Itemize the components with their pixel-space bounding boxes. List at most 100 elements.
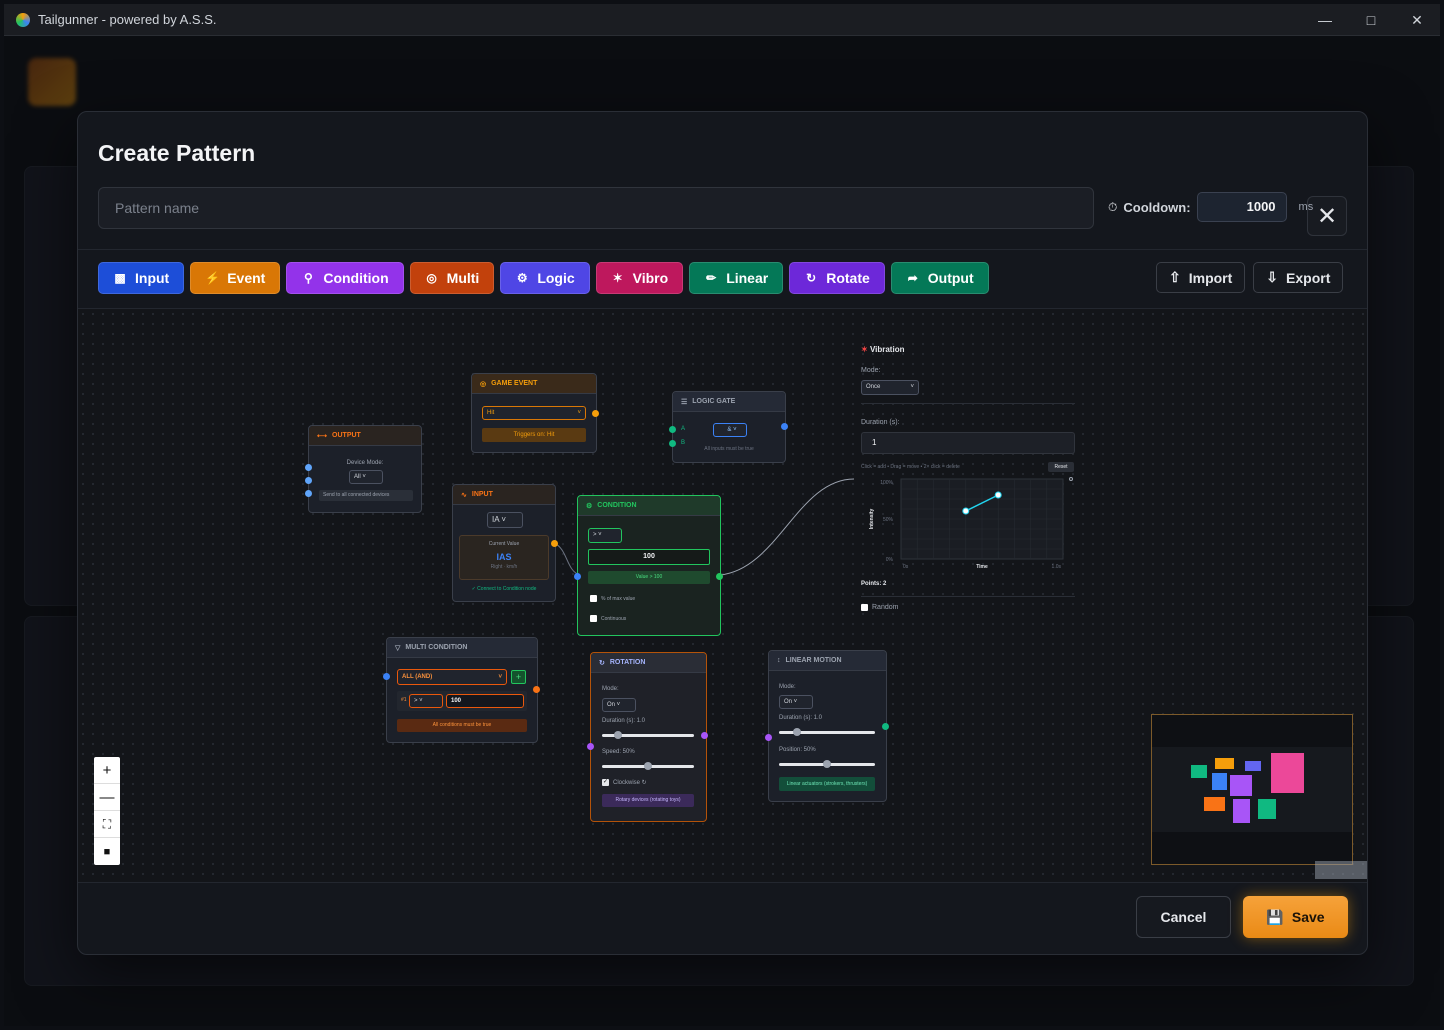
logic-note: All inputs must be true bbox=[704, 446, 754, 452]
multi-note: All conditions must be true bbox=[397, 719, 527, 732]
add-linear-button[interactable]: ✏ Linear bbox=[689, 262, 784, 294]
pattern-name-input[interactable] bbox=[98, 187, 1094, 229]
device-mode-select[interactable]: All ˅ bbox=[349, 470, 383, 484]
add-output-button[interactable]: ➦ Output bbox=[890, 262, 989, 294]
timer-icon: ⏱ bbox=[1108, 199, 1118, 214]
linear-note: Linear actuators (strokers, thrusters) bbox=[779, 777, 875, 791]
rotation-speed-slider[interactable] bbox=[602, 762, 694, 770]
multi-mode-select[interactable]: ALL (AND) ˅ bbox=[397, 669, 507, 685]
linear-duration-slider[interactable] bbox=[779, 728, 875, 736]
lock-button[interactable]: ■ bbox=[94, 838, 120, 865]
points-count: Points: 2 bbox=[861, 581, 887, 587]
add-rotate-button[interactable]: ↻ Rotate bbox=[789, 262, 885, 294]
rotation-port-out[interactable] bbox=[701, 732, 708, 739]
add-vibro-button[interactable]: ✶ Vibro bbox=[595, 262, 684, 294]
save-button[interactable]: 💾 Save bbox=[1243, 896, 1348, 938]
event-select[interactable]: Hit ˅ bbox=[482, 406, 586, 420]
minimap[interactable] bbox=[1151, 714, 1353, 865]
device-mode-label: Device Mode: bbox=[346, 460, 384, 466]
event-port-out[interactable] bbox=[592, 410, 599, 417]
curve-port-out bbox=[1069, 477, 1073, 481]
x-axis-label: Time bbox=[976, 564, 988, 570]
zoom-in-button[interactable]: + bbox=[94, 757, 120, 784]
random-checkbox[interactable]: Random bbox=[861, 604, 898, 611]
window-titlebar: Tailgunner - powered by A.S.S. — □ ✕ bbox=[4, 4, 1440, 36]
cooldown-input[interactable]: 1000 bbox=[1196, 192, 1287, 222]
import-button[interactable]: ⇧ Import bbox=[1156, 262, 1246, 293]
condition-node[interactable]: ⚙ CONDITION > ˅ 100 Value > 100 % of max … bbox=[574, 495, 723, 636]
condition-port-in[interactable] bbox=[574, 573, 581, 580]
multi-port-in[interactable] bbox=[383, 673, 390, 680]
edge-condition-vibration bbox=[719, 478, 855, 576]
linear-port-in[interactable] bbox=[765, 734, 772, 741]
game-event-node[interactable]: ◎ GAME EVENT Hit ˅ Triggers on: Hit bbox=[471, 373, 599, 453]
current-value-box: Current Value IAS Right ∙ km/h bbox=[459, 535, 549, 580]
cancel-button[interactable]: Cancel bbox=[1136, 896, 1231, 938]
y-tick-top: 100% bbox=[880, 480, 893, 486]
linear-mode-select[interactable]: On ˅ bbox=[779, 695, 813, 709]
continuous-option[interactable]: Continuous bbox=[590, 615, 626, 622]
operator-select[interactable]: > ˅ bbox=[588, 528, 622, 543]
fit-view-button[interactable]: ⛶ bbox=[94, 811, 120, 838]
node-canvas[interactable]: ⟷ OUTPUT Device Mode: All ˅ Send to all c… bbox=[78, 309, 1367, 882]
output-node[interactable]: ⟷ OUTPUT Device Mode: All ˅ Send to all c… bbox=[305, 425, 422, 513]
gear-icon: ⚙ bbox=[516, 271, 528, 285]
gear-icon: ⚙ bbox=[586, 502, 593, 510]
condition-row: #1 > ˅ 100 bbox=[397, 691, 527, 711]
add-input-button[interactable]: ▩ Input bbox=[98, 262, 185, 294]
linear-motion-node[interactable]: ↕ LINEAR MOTION Mode: On ˅ Duration (s): … bbox=[765, 650, 889, 802]
cooldown-group: ⏱ Cooldown: 1000 ms bbox=[1108, 192, 1313, 222]
minimize-icon[interactable]: — bbox=[1302, 4, 1348, 36]
multi-port-out[interactable] bbox=[533, 686, 540, 693]
add-event-button[interactable]: ⚡ Event bbox=[190, 262, 281, 294]
output-port-in-1[interactable] bbox=[305, 464, 312, 471]
logic-port-a[interactable] bbox=[669, 426, 676, 433]
logic-port-b[interactable] bbox=[669, 440, 676, 447]
input-port-out[interactable] bbox=[551, 540, 558, 547]
percent-option[interactable]: % of max value bbox=[590, 595, 635, 602]
zoom-out-button[interactable]: — bbox=[94, 784, 120, 811]
curve-point-2 bbox=[994, 491, 1002, 499]
linear-port-out[interactable] bbox=[882, 723, 889, 730]
maximize-icon[interactable]: □ bbox=[1348, 4, 1394, 36]
condition-port-out[interactable] bbox=[716, 573, 723, 580]
lightning-icon: ⚡ bbox=[205, 271, 221, 285]
input-node[interactable]: ∿ INPUT IA ˅ Current Value IAS Right ∙ km… bbox=[452, 484, 558, 602]
linear-position-slider[interactable] bbox=[779, 760, 875, 768]
output-port-in-3[interactable] bbox=[305, 490, 312, 497]
output-port-in-2[interactable] bbox=[305, 477, 312, 484]
rotation-port-in[interactable] bbox=[587, 743, 594, 750]
logic-select[interactable]: & ˅ bbox=[713, 423, 747, 437]
logic-port-out[interactable] bbox=[781, 423, 788, 430]
vibration-mode-select[interactable]: Once ˅ bbox=[861, 380, 919, 395]
upload-icon: ⇧ bbox=[1169, 269, 1181, 285]
rotation-node[interactable]: ↻ ROTATION Mode: On ˅ Duration (s): 1.0 S… bbox=[587, 652, 708, 822]
intensity-curve-chart[interactable]: 100% 50% 0% Intensity 0s Time 1.0s bbox=[861, 475, 1083, 577]
add-logic-button[interactable]: ⚙ Logic bbox=[500, 262, 590, 294]
vibration-panel[interactable]: ✶ Vibration Mode: Once ˅ Duration (s): 1 … bbox=[851, 339, 1077, 629]
add-condition-row-button[interactable]: + bbox=[511, 670, 526, 684]
input-note: ✓ Connect to Condition node bbox=[471, 586, 537, 592]
row-value-input[interactable]: 100 bbox=[446, 694, 524, 708]
threshold-input[interactable]: 100 bbox=[588, 549, 710, 565]
input-select[interactable]: IA ˅ bbox=[487, 512, 523, 528]
rotation-mode-select[interactable]: On ˅ bbox=[602, 698, 636, 712]
vibration-duration-input[interactable]: 1 bbox=[861, 432, 1075, 454]
clockwise-checkbox[interactable]: ✓ Clockwise ↻ bbox=[602, 779, 647, 786]
layers-icon: ☰ bbox=[681, 398, 688, 406]
event-note: Triggers on: Hit bbox=[482, 428, 586, 442]
save-icon: 💾 bbox=[1266, 908, 1284, 925]
add-multi-button[interactable]: ◎ Multi bbox=[409, 262, 495, 294]
y-axis-label: Intensity bbox=[869, 509, 875, 530]
pulse-icon: ∿ bbox=[461, 491, 467, 499]
rotation-duration-slider[interactable] bbox=[602, 731, 694, 739]
add-condition-button[interactable]: ⚲ Condition bbox=[286, 262, 404, 294]
expression-label: Value > 100 bbox=[588, 571, 710, 584]
vibration-title: Vibration bbox=[869, 345, 905, 354]
reset-curve-button[interactable]: Reset bbox=[1048, 462, 1074, 472]
logic-gate-node[interactable]: ☰ LOGIC GATE A B & ˅ All inputs must be t… bbox=[669, 391, 788, 463]
close-window-icon[interactable]: ✕ bbox=[1394, 4, 1440, 36]
row-operator-select[interactable]: > ˅ bbox=[409, 694, 443, 708]
multi-condition-node[interactable]: ▽ MULTI CONDITION ALL (AND) ˅ + #1 > ˅ 100… bbox=[383, 637, 540, 743]
export-button[interactable]: ⇩ Export bbox=[1253, 262, 1344, 293]
